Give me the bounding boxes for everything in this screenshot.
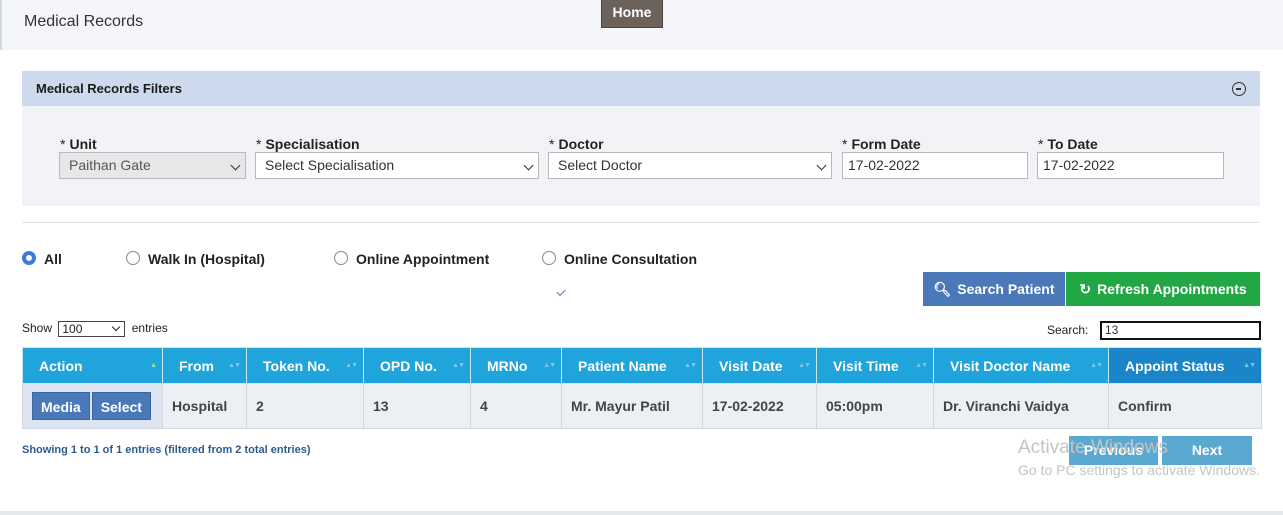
search-icon: 🔍︎ — [933, 281, 952, 297]
token-cell: 2 — [246, 383, 364, 429]
check-icon — [556, 286, 566, 297]
to-date-input[interactable]: 17-02-2022 — [1037, 152, 1224, 179]
select-button[interactable]: Select — [91, 392, 151, 420]
chevron-down-icon — [112, 322, 121, 332]
column-header[interactable]: Action ▲ — [22, 347, 163, 384]
page-title: Medical Records — [24, 13, 144, 30]
next-page-button[interactable]: Next — [1162, 436, 1252, 465]
table-search-input[interactable]: 13 — [1100, 321, 1261, 340]
column-header[interactable]: MRNo ▲▼ — [470, 347, 562, 384]
patient-name-cell: Mr. Mayur Patil — [561, 383, 703, 429]
minus-circle-icon[interactable] — [1232, 82, 1246, 96]
column-header[interactable]: OPD No. ▲▼ — [363, 347, 471, 384]
specialisation-label: * Specialisation — [256, 136, 360, 152]
mrno-cell: 4 — [470, 383, 562, 429]
home-button[interactable]: Home — [601, 0, 663, 28]
doctor-select[interactable]: Select Doctor — [548, 152, 832, 179]
doctor-label: * Doctor — [549, 136, 604, 152]
chevron-down-icon — [230, 160, 241, 171]
doctor-name-cell: Dr. Viranchi Vaidya — [933, 383, 1109, 429]
column-header[interactable]: Visit Date ▲▼ — [702, 347, 817, 384]
divider — [22, 222, 1260, 223]
column-header[interactable]: From ▲▼ — [162, 347, 247, 384]
column-header[interactable]: Visit Doctor Name ▲▼ — [933, 347, 1109, 384]
table-info: Showing 1 to 1 of 1 entries (filtered fr… — [22, 444, 311, 456]
show-entries-control: Show 100 entries — [22, 321, 168, 337]
activation-watermark-subtitle: Go to PC settings to activate Windows. — [1018, 462, 1260, 478]
activation-watermark-title: Activate Windows — [1018, 437, 1168, 458]
table-row: Media Select Hospital 2 13 4 Mr. Mayur Pa… — [22, 383, 1262, 429]
column-header[interactable]: Visit Time ▲▼ — [816, 347, 934, 384]
column-header[interactable]: Appoint Status ▲▼ — [1108, 347, 1262, 384]
column-header[interactable]: Token No. ▲▼ — [246, 347, 364, 384]
table-header-row: Action ▲ From ▲▼ Token No. ▲▼ OPD No. ▲▼ MRN… — [22, 347, 1262, 384]
specialisation-select[interactable]: Select Specialisation — [255, 152, 539, 179]
unit-select[interactable]: Paithan Gate — [59, 152, 246, 179]
filters-panel-header[interactable]: Medical Records Filters — [22, 71, 1260, 106]
column-header[interactable]: Patient Name ▲▼ — [561, 347, 703, 384]
table-search-label: Search: — [1047, 323, 1089, 337]
action-cell: Media Select — [22, 383, 163, 429]
visit-time-cell: 05:00pm — [816, 383, 934, 429]
unit-label: * Unit — [60, 136, 97, 152]
chevron-down-icon — [816, 160, 827, 171]
page-size-select[interactable]: 100 — [58, 321, 126, 337]
appointments-table: Action ▲ From ▲▼ Token No. ▲▼ OPD No. ▲▼ MRN… — [22, 347, 1262, 429]
chevron-down-icon — [523, 160, 534, 171]
from-date-input[interactable]: 17-02-2022 — [842, 152, 1028, 179]
visit-date-cell: 17-02-2022 — [702, 383, 817, 429]
from-date-label: * Form Date — [842, 136, 921, 152]
refresh-appointments-button[interactable]: ↻ Refresh Appointments — [1066, 272, 1260, 306]
opd-cell: 13 — [363, 383, 471, 429]
status-cell: Confirm — [1108, 383, 1262, 429]
bottom-border — [0, 511, 1283, 515]
media-button[interactable]: Media — [32, 392, 90, 420]
search-patient-button[interactable]: 🔍︎ Search Patient — [923, 272, 1065, 306]
to-date-label: * To Date — [1038, 136, 1098, 152]
refresh-icon: ↻ — [1079, 281, 1092, 297]
filters-title: Medical Records Filters — [36, 81, 182, 96]
from-cell: Hospital — [162, 383, 247, 429]
